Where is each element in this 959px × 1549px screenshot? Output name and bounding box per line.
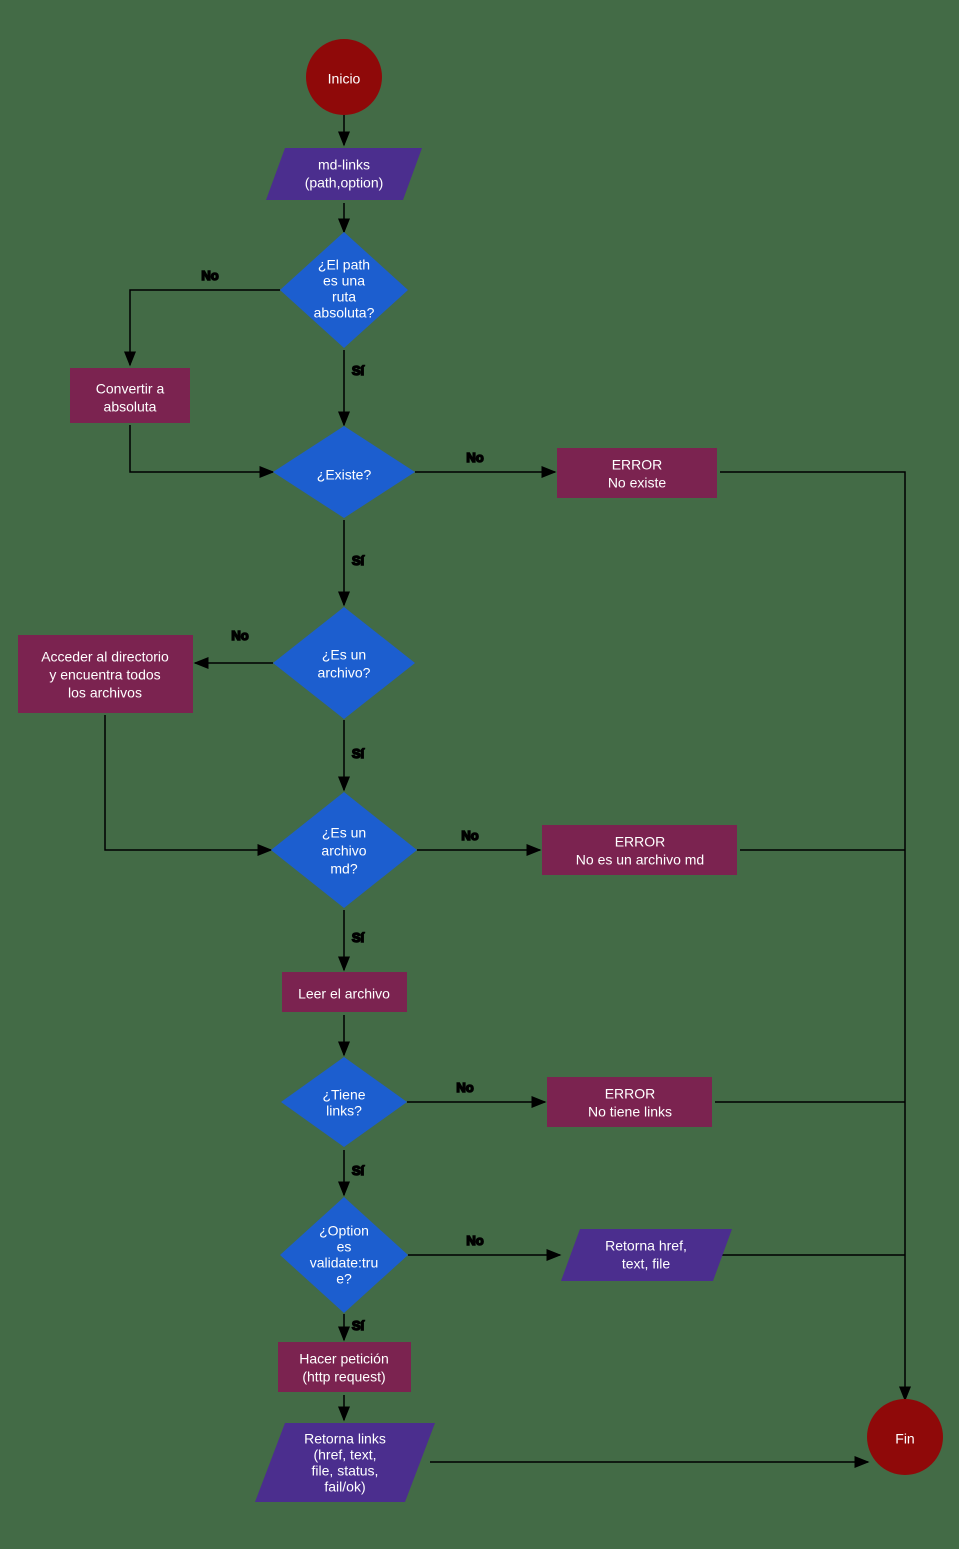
svg-text:ruta: ruta: [332, 289, 356, 305]
svg-text:Acceder al directorio: Acceder al directorio: [41, 649, 169, 665]
svg-text:Retorna href,: Retorna href,: [605, 1238, 687, 1254]
svg-text:md?: md?: [330, 861, 357, 877]
isfile-decision: ¿Es un archivo?: [273, 607, 415, 719]
svg-text:No: No: [461, 828, 478, 843]
svg-text:Retorna links: Retorna links: [304, 1431, 386, 1447]
svg-text:absoluta: absoluta: [104, 399, 157, 415]
svg-text:absoluta?: absoluta?: [314, 305, 375, 321]
svg-text:y encuentra todos: y encuentra todos: [49, 667, 160, 683]
accessdir-process: Acceder al directorio y encuentra todos …: [18, 635, 193, 713]
svg-text:ERROR: ERROR: [612, 457, 663, 473]
svg-text:archivo?: archivo?: [318, 665, 371, 681]
svg-text:ERROR: ERROR: [615, 834, 666, 850]
mdlinks-node: md-links (path,option): [266, 148, 422, 200]
svg-text:(http request): (http request): [302, 1369, 385, 1385]
error-nolinks: ERROR No tiene links: [547, 1077, 712, 1127]
svg-text:No: No: [466, 1233, 483, 1248]
svg-text:Sí: Sí: [352, 930, 365, 945]
svg-text:No: No: [201, 268, 218, 283]
svg-text:e?: e?: [336, 1271, 352, 1287]
svg-text:text, file: text, file: [622, 1256, 670, 1272]
svg-text:md-links: md-links: [318, 157, 370, 173]
svg-text:fail/ok): fail/ok): [324, 1479, 365, 1495]
svg-text:es una: es una: [323, 273, 365, 289]
svg-text:¿Existe?: ¿Existe?: [317, 467, 372, 483]
error-noexist: ERROR No existe: [557, 448, 717, 498]
haslinks-decision: ¿Tiene links?: [281, 1057, 407, 1147]
httprequest-process: Hacer petición (http request): [278, 1342, 411, 1392]
svg-text:es: es: [337, 1239, 352, 1255]
svg-text:links?: links?: [326, 1103, 362, 1119]
svg-text:Inicio: Inicio: [328, 71, 361, 87]
exists-decision: ¿Existe?: [273, 426, 415, 518]
error-notmd: ERROR No es un archivo md: [542, 825, 737, 875]
svg-text:No es un archivo md: No es un archivo md: [576, 852, 704, 868]
svg-text:Sí: Sí: [352, 1163, 365, 1178]
svg-text:Sí: Sí: [352, 363, 365, 378]
ismd-decision: ¿Es un archivo md?: [271, 792, 417, 908]
convert-process: Convertir a absoluta: [70, 368, 190, 423]
svg-text:(path,option): (path,option): [305, 175, 384, 191]
validate-decision: ¿Option es validate:tru e?: [280, 1197, 408, 1313]
svg-text:No: No: [456, 1080, 473, 1095]
return-basic-node: Retorna href, text, file: [561, 1229, 732, 1281]
svg-text:Sí: Sí: [352, 1318, 365, 1333]
svg-text:No tiene links: No tiene links: [588, 1104, 672, 1120]
svg-text:archivo: archivo: [321, 843, 366, 859]
svg-text:Sí: Sí: [352, 746, 365, 761]
svg-text:¿El path: ¿El path: [318, 257, 370, 273]
svg-text:Sí: Sí: [352, 553, 365, 568]
svg-text:file, status,: file, status,: [312, 1463, 379, 1479]
svg-text:¿Option: ¿Option: [319, 1223, 369, 1239]
svg-text:¿Es un: ¿Es un: [322, 825, 366, 841]
absolute-decision: ¿El path es una ruta absoluta?: [280, 232, 408, 348]
svg-text:¿Tiene: ¿Tiene: [322, 1087, 365, 1103]
svg-text:validate:tru: validate:tru: [310, 1255, 378, 1271]
edges: Sí No Sí No Sí No Sí No Sí: [105, 115, 905, 1462]
end-node: Fin: [867, 1399, 943, 1475]
return-full-node: Retorna links (href, text, file, status,…: [255, 1423, 435, 1502]
svg-text:No: No: [466, 450, 483, 465]
svg-text:los archivos: los archivos: [68, 685, 142, 701]
svg-text:¿Es un: ¿Es un: [322, 647, 366, 663]
svg-text:Convertir a: Convertir a: [96, 381, 165, 397]
svg-text:No: No: [231, 628, 248, 643]
svg-text:Hacer petición: Hacer petición: [299, 1351, 389, 1367]
svg-text:(href, text,: (href, text,: [313, 1447, 376, 1463]
svg-text:Fin: Fin: [895, 1431, 914, 1447]
svg-text:ERROR: ERROR: [605, 1086, 656, 1102]
readfile-process: Leer el archivo: [282, 972, 407, 1012]
svg-text:No existe: No existe: [608, 475, 667, 491]
start-node: Inicio: [306, 39, 382, 115]
svg-text:Leer el archivo: Leer el archivo: [298, 986, 390, 1002]
